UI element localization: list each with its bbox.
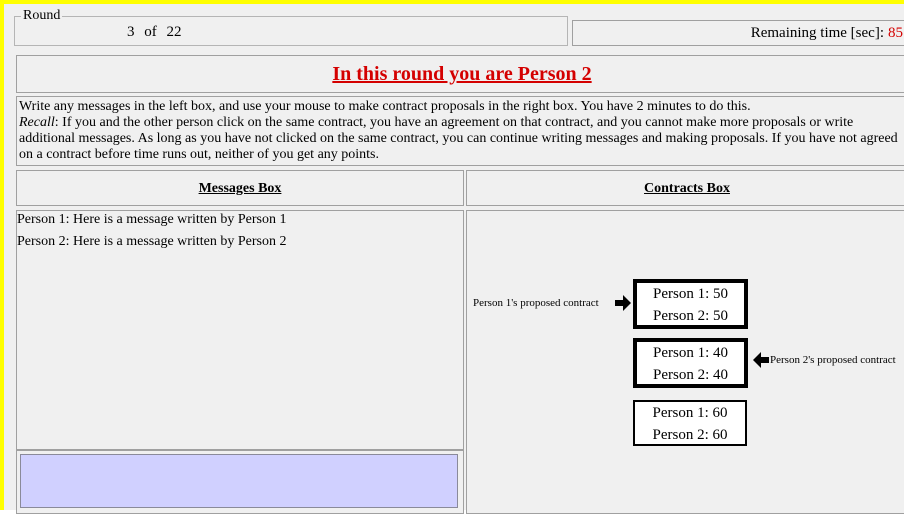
contract-content: Person 1: 40 Person 2: 40 — [637, 342, 744, 386]
timer: Remaining time [sec]: 85 — [751, 25, 903, 42]
timer-label: Remaining time [sec]: — [750, 25, 884, 41]
recall-label: Recall — [19, 115, 55, 130]
round-counter: 3 of 22 — [127, 24, 188, 41]
p2-proposal-label: Person 2's proposed contract — [770, 354, 896, 366]
arrow-right-icon — [615, 295, 631, 311]
arrow-left-icon — [753, 352, 769, 368]
messages-area: Person 1: Here is a message written by P… — [16, 210, 464, 450]
contract-content: Person 1: 60 Person 2: 60 — [635, 402, 745, 446]
round-total: 22 — [166, 24, 182, 40]
contract-content: Person 1: 50 Person 2: 50 — [637, 283, 744, 327]
contract-p1-value: Person 1: 60 — [652, 405, 728, 421]
contract-option-50[interactable]: Person 1: 50 Person 2: 50 — [633, 279, 748, 329]
contract-option-60[interactable]: Person 1: 60 Person 2: 60 — [633, 400, 747, 446]
round-fieldset: Round 3 of 22 — [14, 9, 568, 46]
message-input-wrap — [16, 450, 464, 514]
messages-header: Messages Box — [198, 181, 282, 196]
round-legend: Round — [21, 8, 63, 23]
contract-p1-value: Person 1: 40 — [653, 345, 728, 361]
contracts-area: Person 1's proposed contract Person 1: 5… — [466, 210, 904, 514]
instructions-box: Write any messages in the left box, and … — [16, 96, 904, 166]
instructions-line1: Write any messages in the left box, and … — [19, 99, 751, 114]
contracts-header-box: Contracts Box — [466, 170, 904, 206]
message-item: Person 1: Here is a message written by P… — [17, 212, 287, 227]
messages-header-box: Messages Box — [16, 170, 464, 206]
instructions: Write any messages in the left box, and … — [19, 99, 903, 163]
contract-p2-value: Person 2: 50 — [653, 308, 728, 324]
message-item: Person 2: Here is a message written by P… — [17, 234, 287, 249]
contract-p2-value: Person 2: 60 — [652, 427, 728, 443]
round-of-label: of — [144, 24, 157, 40]
p1-proposal-label: Person 1's proposed contract — [473, 297, 599, 309]
page-title: In this round you are Person 2 — [332, 63, 592, 85]
timer-value: 85 — [888, 25, 903, 41]
contract-p1-value: Person 1: 50 — [653, 286, 728, 302]
round-current: 3 — [127, 24, 135, 40]
contract-p2-value: Person 2: 40 — [653, 367, 728, 383]
recall-text: : If you and the other person click on t… — [19, 115, 898, 162]
title-box: In this round you are Person 2 — [16, 55, 904, 93]
contracts-header: Contracts Box — [644, 181, 730, 196]
contract-option-40[interactable]: Person 1: 40 Person 2: 40 — [633, 338, 748, 388]
message-input[interactable] — [20, 454, 458, 508]
timer-box: Remaining time [sec]: 85 — [572, 20, 904, 46]
app-frame: Round 3 of 22 Remaining time [sec]: 85 In… — [0, 0, 904, 514]
